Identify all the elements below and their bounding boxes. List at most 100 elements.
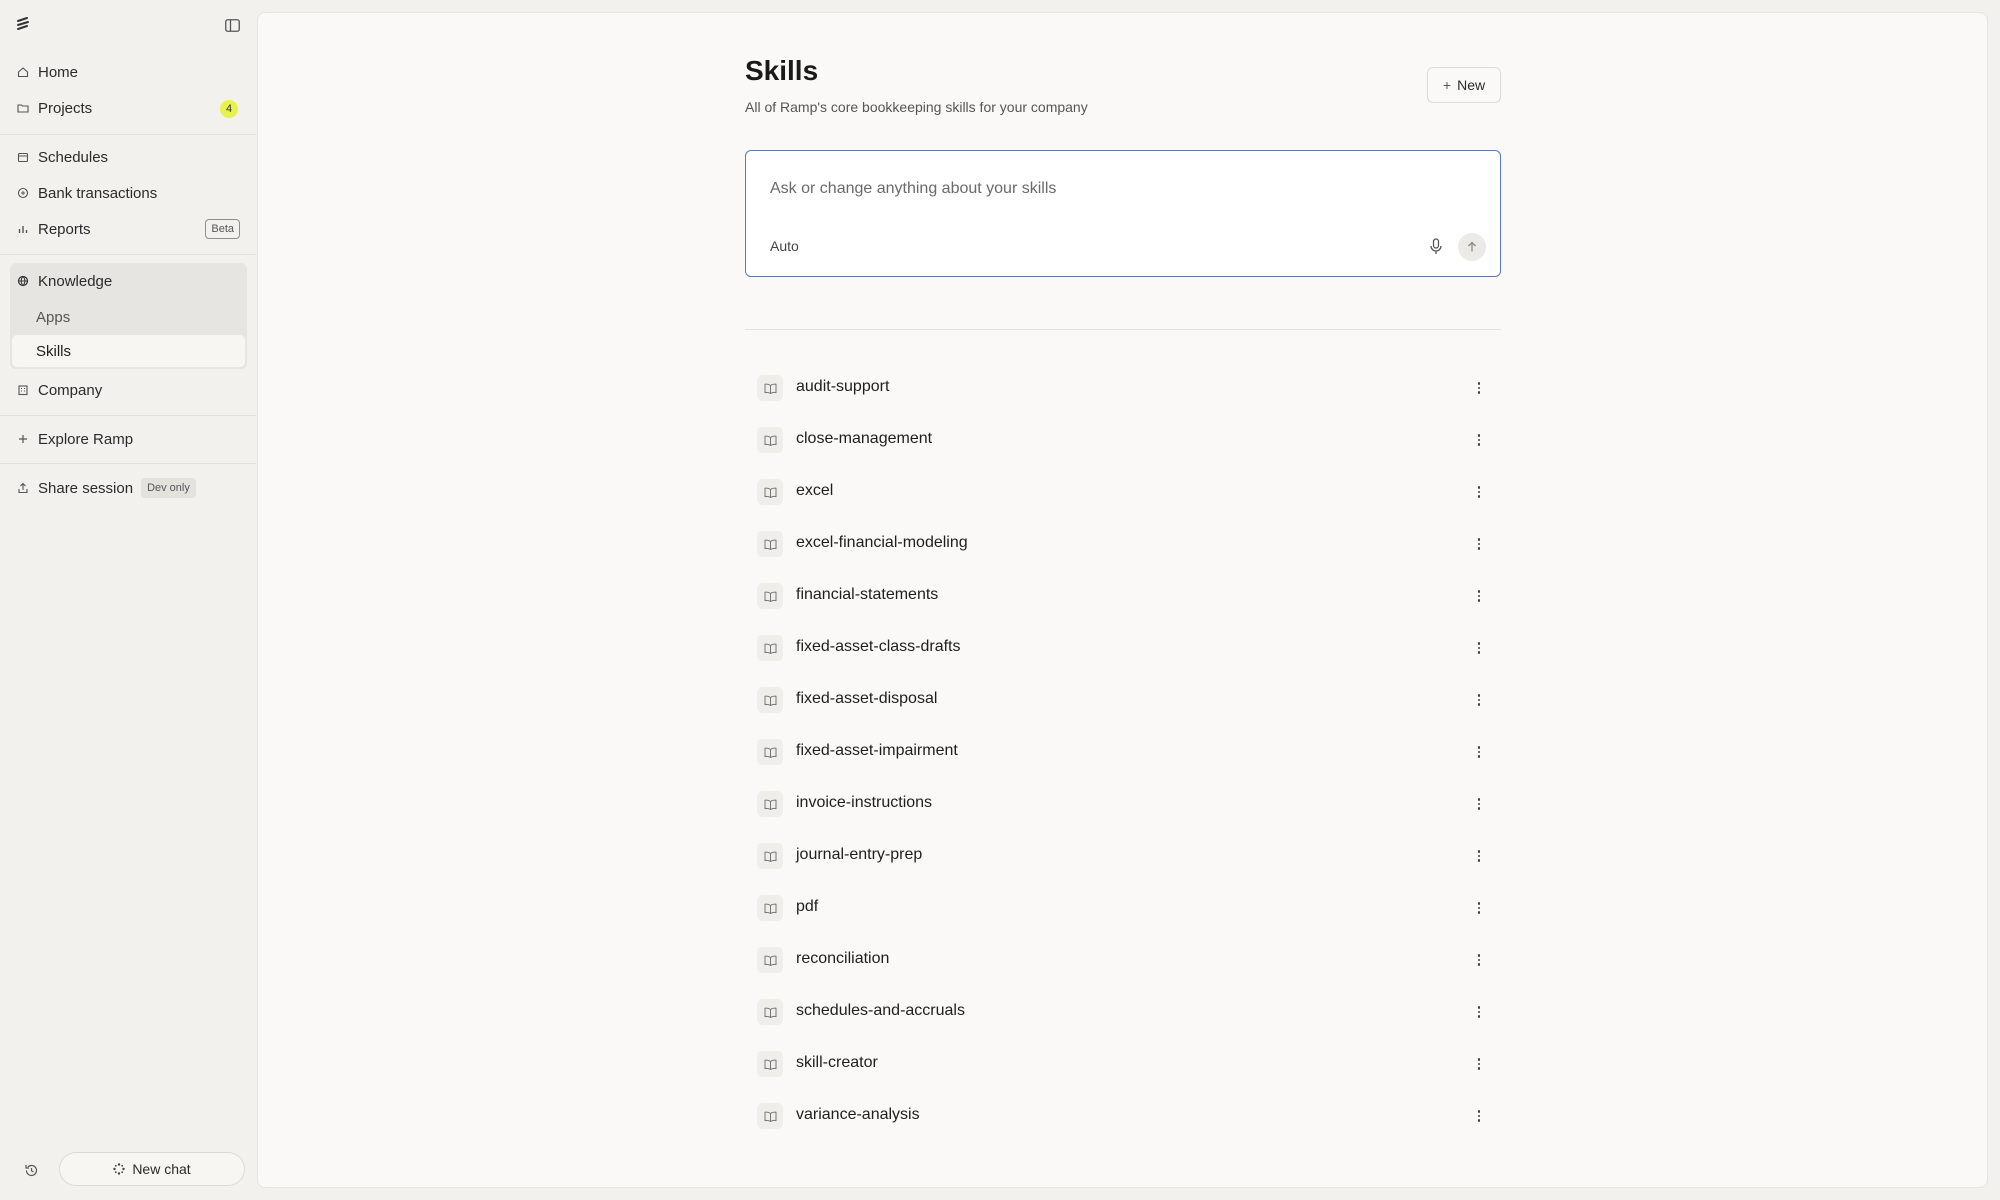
beta-badge: Beta [205, 219, 240, 239]
skill-row[interactable]: excel-financial-modeling [745, 519, 1501, 571]
sidebar-header [0, 10, 256, 38]
skill-list: audit-support close-management excel excel-… [745, 363, 1501, 1143]
book-icon [757, 1051, 783, 1077]
model-select[interactable]: Auto [770, 238, 799, 254]
calendar-icon [16, 150, 30, 164]
ask-box: Auto [745, 150, 1501, 277]
more-vertical-icon[interactable] [1473, 1054, 1485, 1074]
home-icon [16, 65, 30, 79]
book-icon [757, 843, 783, 869]
sidebar-divider [0, 134, 256, 135]
skill-row[interactable]: fixed-asset-impairment [745, 727, 1501, 779]
sidebar-item-share-session[interactable]: Share session Dev only [10, 472, 246, 504]
book-icon [757, 1103, 783, 1129]
share-icon [16, 481, 30, 495]
skill-name: reconciliation [796, 950, 890, 967]
skill-name: schedules-and-accruals [796, 1002, 965, 1019]
skill-name: excel [796, 482, 834, 499]
book-icon [757, 895, 783, 921]
new-skill-button[interactable]: + New [1427, 67, 1501, 103]
skill-name: audit-support [796, 378, 890, 395]
plus-icon [16, 432, 30, 446]
new-button-label: New [1457, 77, 1486, 93]
more-vertical-icon[interactable] [1473, 586, 1485, 606]
book-icon [757, 583, 783, 609]
page-subtitle: All of Ramp's core bookkeeping skills fo… [745, 99, 1088, 115]
more-vertical-icon[interactable] [1473, 846, 1485, 866]
skill-row[interactable]: fixed-asset-disposal [745, 675, 1501, 727]
skill-name: close-management [796, 430, 933, 447]
sidebar-item-label: Home [38, 63, 79, 81]
app-window: Home Projects 4 Schedules Bank transacti… [0, 0, 2000, 1200]
book-icon [757, 791, 783, 817]
skill-row[interactable]: schedules-and-accruals [745, 987, 1501, 1039]
sidebar-divider [0, 415, 256, 416]
sidebar-item-apps[interactable]: Apps [12, 301, 245, 333]
skill-row[interactable]: fixed-asset-class-drafts [745, 623, 1501, 675]
skill-row[interactable]: excel [745, 467, 1501, 519]
skill-name: financial-statements [796, 586, 939, 603]
send-button[interactable] [1458, 233, 1486, 261]
plus-icon: + [1442, 77, 1452, 93]
sidebar-item-label: Projects [38, 99, 93, 117]
book-icon [757, 999, 783, 1025]
sidebar-item-explore-ramp[interactable]: Explore Ramp [10, 423, 246, 455]
more-vertical-icon[interactable] [1473, 638, 1485, 658]
more-vertical-icon[interactable] [1473, 534, 1485, 554]
more-vertical-icon[interactable] [1473, 742, 1485, 762]
more-vertical-icon[interactable] [1473, 898, 1485, 918]
skill-name: excel-financial-modeling [796, 534, 968, 551]
more-vertical-icon[interactable] [1473, 482, 1485, 502]
sidebar-item-skills[interactable]: Skills [12, 335, 245, 367]
sidebar-item-knowledge[interactable]: Knowledge [10, 265, 246, 297]
skill-row[interactable]: variance-analysis [745, 1091, 1501, 1143]
more-vertical-icon[interactable] [1473, 950, 1485, 970]
skill-row[interactable]: journal-entry-prep [745, 831, 1501, 883]
bar-chart-icon [16, 222, 30, 236]
bank-icon [16, 186, 30, 200]
skill-name: fixed-asset-impairment [796, 742, 958, 759]
sidebar-item-bank-transactions[interactable]: Bank transactions [10, 177, 246, 209]
book-icon [757, 531, 783, 557]
sidebar-item-label: Company [38, 381, 103, 399]
more-vertical-icon[interactable] [1473, 690, 1485, 710]
sidebar-toggle-icon[interactable] [222, 15, 242, 35]
main-panel: Skills All of Ramp's core bookkeeping sk… [257, 12, 1988, 1188]
sidebar-item-company[interactable]: Company [10, 374, 246, 406]
sidebar-item-label: Share session [38, 479, 134, 497]
projects-count-badge: 4 [220, 100, 238, 118]
page-title: Skills [745, 55, 819, 86]
dev-only-badge: Dev only [141, 478, 196, 498]
knowledge-group: Knowledge Apps Skills [10, 263, 247, 369]
mic-icon[interactable] [1426, 235, 1446, 257]
skill-row[interactable]: invoice-instructions [745, 779, 1501, 831]
sidebar-divider [0, 463, 256, 464]
more-vertical-icon[interactable] [1473, 1106, 1485, 1126]
skill-name: fixed-asset-class-drafts [796, 638, 961, 655]
new-chat-button[interactable]: New chat [59, 1152, 245, 1186]
skill-row[interactable]: audit-support [745, 363, 1501, 415]
skill-row[interactable]: financial-statements [745, 571, 1501, 623]
globe-icon [16, 274, 30, 288]
skill-name: fixed-asset-disposal [796, 690, 938, 707]
sidebar-item-schedules[interactable]: Schedules [10, 141, 246, 173]
sidebar-item-home[interactable]: Home [10, 56, 246, 88]
more-vertical-icon[interactable] [1473, 1002, 1485, 1022]
ramp-logo-icon[interactable] [15, 16, 33, 34]
sparkle-icon [113, 1163, 126, 1175]
skill-name: pdf [796, 898, 819, 915]
more-vertical-icon[interactable] [1473, 794, 1485, 814]
new-chat-label: New chat [132, 1161, 191, 1177]
sidebar-item-projects[interactable]: Projects 4 [10, 92, 246, 124]
ask-input[interactable] [770, 177, 1370, 201]
more-vertical-icon[interactable] [1473, 430, 1485, 450]
history-icon[interactable] [22, 1161, 40, 1179]
skill-row[interactable]: pdf [745, 883, 1501, 935]
folder-icon [16, 101, 30, 115]
more-vertical-icon[interactable] [1473, 378, 1485, 398]
book-icon [757, 739, 783, 765]
sidebar-item-reports[interactable]: Reports Beta [10, 213, 246, 245]
skill-row[interactable]: skill-creator [745, 1039, 1501, 1091]
skill-row[interactable]: reconciliation [745, 935, 1501, 987]
skill-row[interactable]: close-management [745, 415, 1501, 467]
